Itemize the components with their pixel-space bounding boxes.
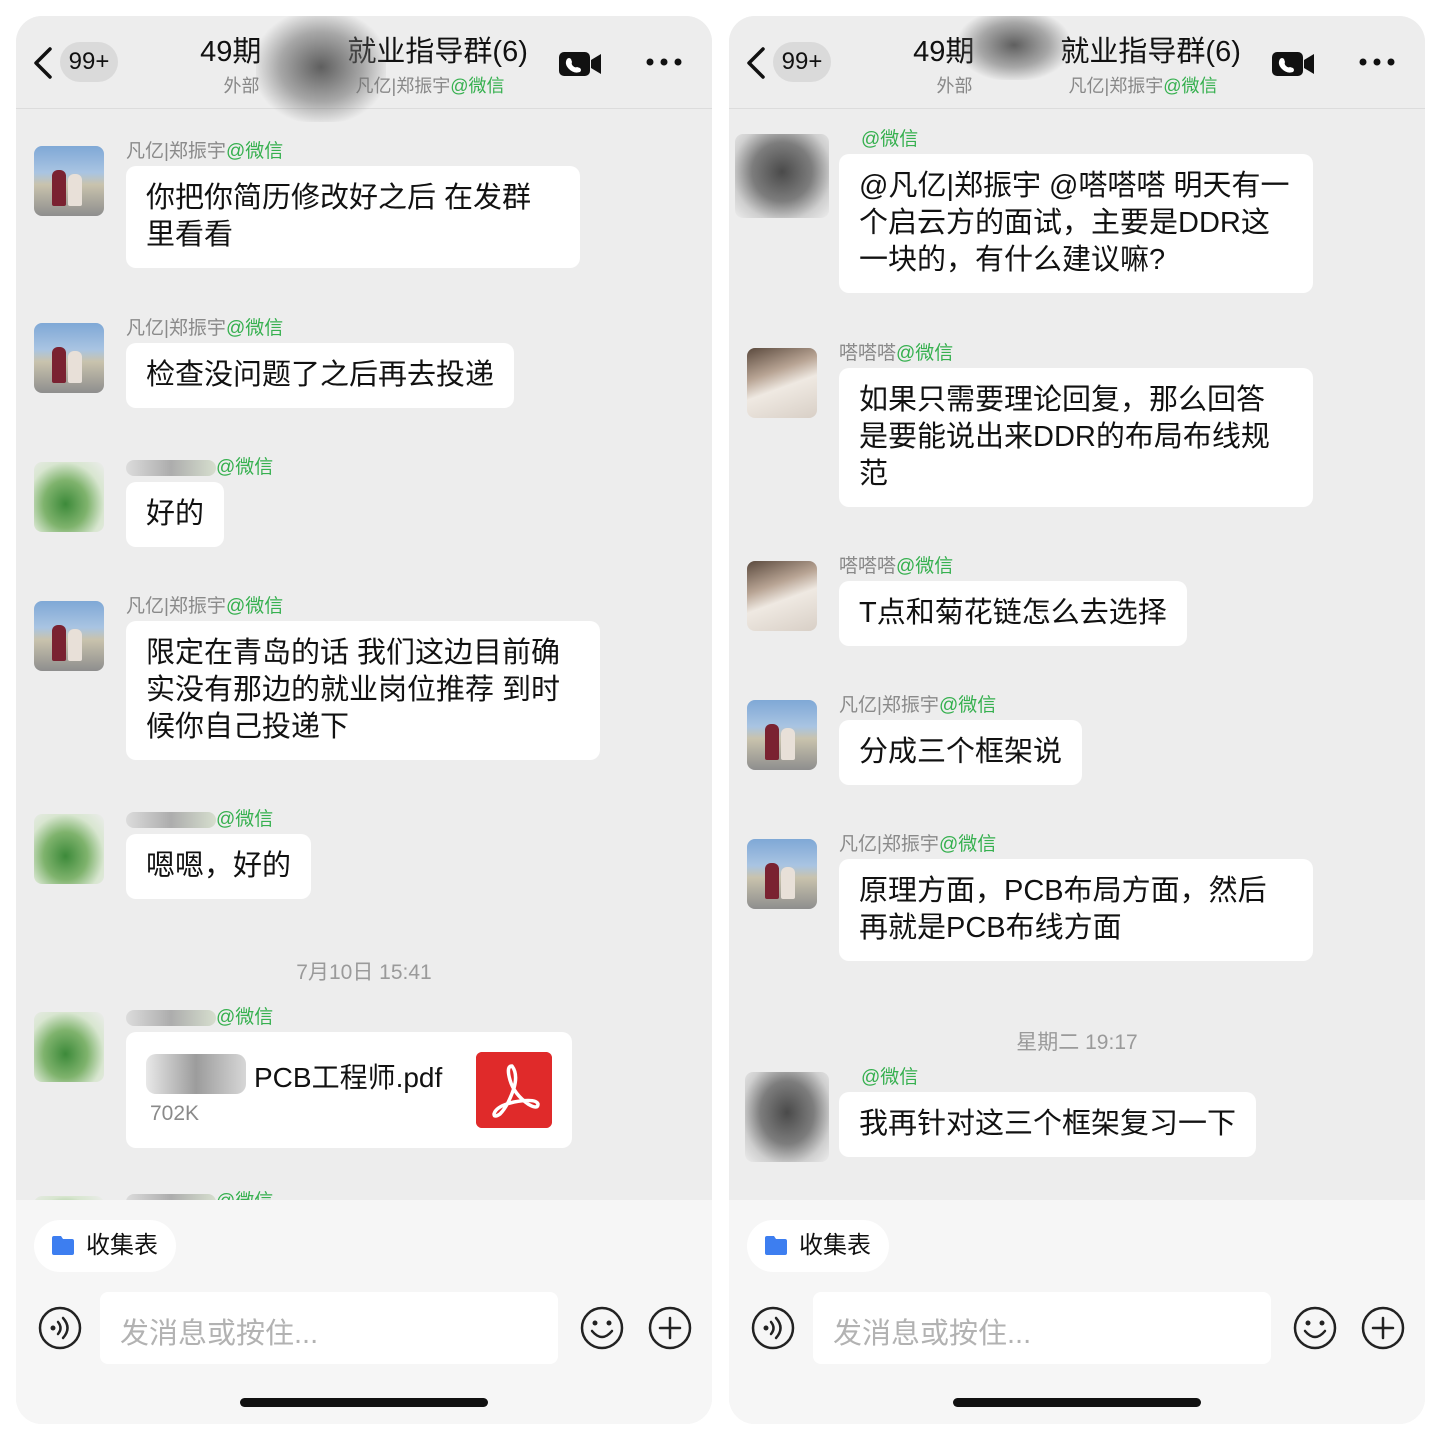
message-bubble[interactable]: 分成三个框架说 — [839, 720, 1083, 785]
message-input[interactable]: 发消息或按住... — [100, 1292, 558, 1364]
sender-name: @微信 — [126, 804, 273, 831]
unread-badge: 99+ — [60, 42, 118, 82]
sender-name: @微信 — [861, 1067, 919, 1088]
avatar[interactable] — [34, 462, 104, 532]
sender-name: 凡亿|郑振宇@微信 — [126, 596, 284, 617]
avatar[interactable] — [34, 601, 104, 671]
message-input[interactable]: 发消息或按住... — [813, 1292, 1271, 1364]
voice-input-icon[interactable] — [38, 1306, 82, 1350]
sender-name: 嗒嗒嗒@微信 — [839, 343, 954, 364]
message-list: @微信 @凡亿|郑振宇 @嗒嗒嗒 明天有一个启云方的面试，主要是DDR这一块的，… — [729, 108, 1425, 1200]
sender-name: 嗒嗒嗒@微信 — [839, 556, 954, 577]
message-bubble[interactable]: @凡亿|郑振宇 @嗒嗒嗒 明天有一个启云方的面试，主要是DDR这一块的，有什么建… — [839, 154, 1313, 293]
group-subtitle: 外部 凡亿|郑振宇@微信 — [936, 76, 1218, 96]
sender-name: 凡亿|郑振宇@微信 — [839, 834, 997, 855]
file-card[interactable]: PCB工程师.pdf 702K — [126, 1032, 572, 1148]
more-icon[interactable] — [644, 52, 684, 72]
input-area: 收集表 发消息或按住... — [729, 1200, 1425, 1424]
home-indicator — [240, 1398, 488, 1407]
redaction-smudge — [256, 16, 386, 122]
chevron-left-icon — [747, 47, 765, 79]
redacted-filename — [146, 1054, 246, 1094]
input-placeholder: 发消息或按住... — [833, 1318, 1032, 1350]
chat-header: 99+ 49期 就业指导群(6) 外部 凡亿|郑振宇@微信 — [729, 16, 1425, 109]
back-button[interactable]: 99+ — [743, 38, 831, 88]
chat-screen-left: 99+ 49期 就业指导群(6) 外部 凡亿|郑振宇@微信 凡亿|郑振宇@微信 你把… — [16, 16, 712, 1424]
sender-name: 凡亿|郑振宇@微信 — [126, 141, 284, 162]
collection-form-chip[interactable]: 收集表 — [34, 1220, 176, 1272]
avatar[interactable] — [747, 839, 817, 909]
message-bubble[interactable]: 嗯嗯，好的 — [126, 834, 312, 899]
avatar[interactable] — [34, 814, 104, 884]
collection-form-chip[interactable]: 收集表 — [747, 1220, 889, 1272]
redaction-smudge — [959, 16, 1069, 80]
chip-label: 收集表 — [86, 1232, 158, 1259]
avatar[interactable] — [747, 561, 817, 631]
more-icon[interactable] — [1357, 52, 1397, 72]
redacted-name — [126, 811, 216, 828]
message-bubble[interactable]: 好的 — [126, 482, 225, 547]
avatar[interactable] — [747, 348, 817, 418]
chat-screen-right: 99+ 49期 就业指导群(6) 外部 凡亿|郑振宇@微信 @微信 @凡亿|郑振宇 … — [729, 16, 1425, 1424]
avatar[interactable] — [735, 134, 829, 218]
plus-icon[interactable] — [648, 1306, 692, 1350]
message-bubble[interactable]: 如果只需要理论回复，那么回答是要能说出来DDR的布局布线规范 — [839, 368, 1313, 507]
avatar[interactable] — [34, 1012, 104, 1082]
folder-icon — [765, 1236, 787, 1255]
group-title: 49期 就业指导群(6) — [913, 36, 1241, 68]
emoji-icon[interactable] — [580, 1306, 624, 1350]
input-area: 收集表 发消息或按住... — [16, 1200, 712, 1424]
timestamp: 7月10日 15:41 — [296, 961, 432, 984]
pdf-icon — [476, 1052, 552, 1128]
input-placeholder: 发消息或按住... — [120, 1318, 319, 1350]
message-bubble[interactable]: 限定在青岛的话 我们这边目前确实没有那边的就业岗位推荐 到时候你自己投递下 — [126, 621, 600, 760]
sender-name: @微信 — [126, 452, 273, 479]
home-indicator — [953, 1398, 1201, 1407]
file-size: 702K — [150, 1102, 200, 1125]
emoji-icon[interactable] — [1293, 1306, 1337, 1350]
avatar[interactable] — [34, 323, 104, 393]
message-list: 凡亿|郑振宇@微信 你把你简历修改好之后 在发群里看看 凡亿|郑振宇@微信 检查… — [16, 108, 712, 1200]
file-name: PCB工程师.pdf — [254, 1062, 443, 1093]
video-call-icon[interactable] — [1271, 50, 1315, 78]
sender-name: @微信 — [861, 129, 919, 150]
sender-name: @微信 — [126, 1186, 273, 1200]
back-button[interactable]: 99+ — [30, 38, 118, 88]
message-bubble[interactable]: 检查没问题了之后再去投递 — [126, 343, 515, 408]
redacted-name — [126, 1009, 216, 1026]
chevron-left-icon — [34, 47, 52, 79]
avatar[interactable] — [747, 700, 817, 770]
message-bubble[interactable]: 你把你简历修改好之后 在发群里看看 — [126, 166, 580, 268]
unread-badge: 99+ — [773, 42, 831, 82]
message-bubble[interactable]: T点和菊花链怎么去选择 — [839, 581, 1187, 646]
message-bubble[interactable]: 原理方面，PCB布局方面，然后再就是PCB布线方面 — [839, 859, 1313, 961]
voice-input-icon[interactable] — [751, 1306, 795, 1350]
message-bubble[interactable]: 我再针对这三个框架复习一下 — [839, 1092, 1257, 1157]
avatar[interactable] — [745, 1072, 829, 1162]
chip-label: 收集表 — [799, 1232, 871, 1259]
chat-header: 99+ 49期 就业指导群(6) 外部 凡亿|郑振宇@微信 — [16, 16, 712, 122]
redacted-name — [126, 459, 216, 476]
sender-name: 凡亿|郑振宇@微信 — [839, 695, 997, 716]
sender-name: @微信 — [126, 1002, 273, 1029]
sender-name: 凡亿|郑振宇@微信 — [126, 318, 284, 339]
avatar[interactable] — [34, 146, 104, 216]
plus-icon[interactable] — [1361, 1306, 1405, 1350]
video-call-icon[interactable] — [558, 50, 602, 78]
timestamp: 星期二 19:17 — [1016, 1031, 1138, 1054]
folder-icon — [52, 1236, 74, 1255]
